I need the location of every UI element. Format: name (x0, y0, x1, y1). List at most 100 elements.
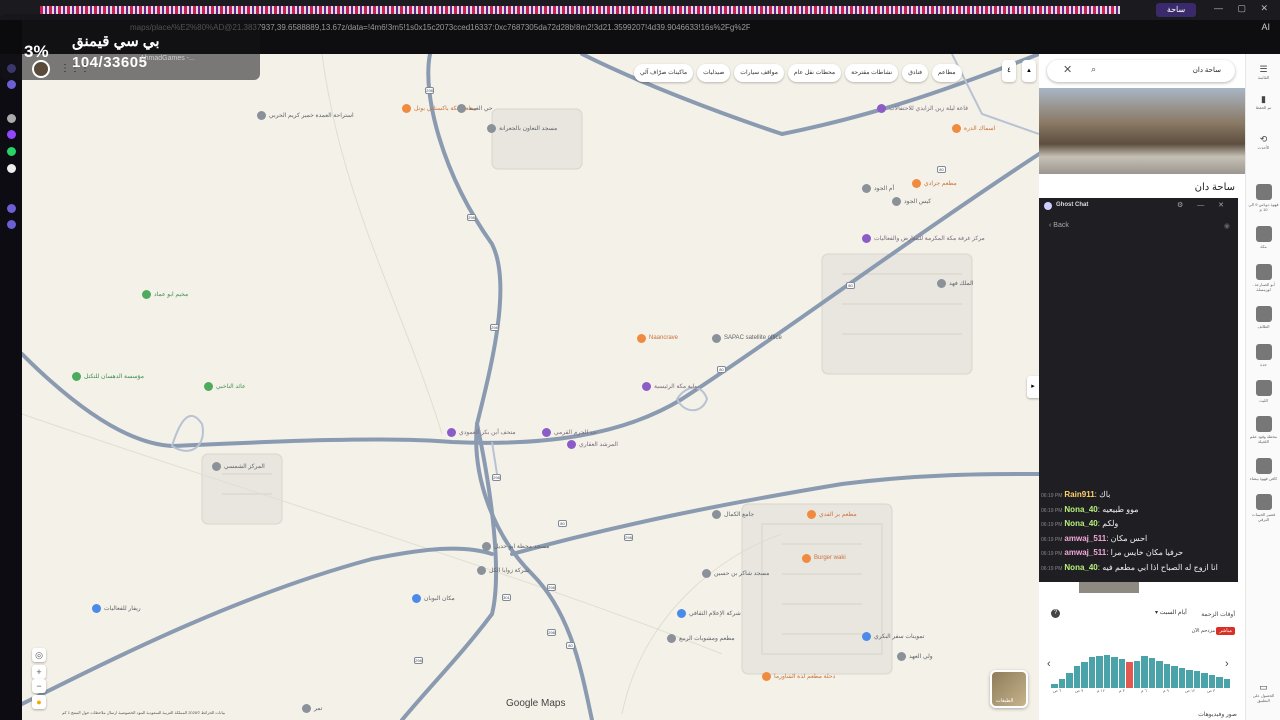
place-label[interactable]: مطعم مكة باكستاني بونل (414, 105, 477, 112)
browser-ai-button[interactable]: AI (1261, 22, 1270, 32)
message-user[interactable]: Rain911 (1064, 490, 1094, 499)
place-pin-icon[interactable] (912, 179, 921, 188)
place-label[interactable]: مسجد التعاون بالجعرانة (499, 125, 557, 132)
chevron-left-icon[interactable]: ‹ (1047, 658, 1051, 670)
busy-bar[interactable] (1223, 679, 1230, 688)
message-user[interactable]: amwaj_511 (1064, 534, 1106, 543)
busy-bar[interactable] (1178, 668, 1185, 688)
place-label[interactable]: حد الحرم القرمي (554, 429, 597, 436)
place-pin-icon[interactable] (897, 652, 906, 661)
chip-pharmacies[interactable]: صيدليات (697, 64, 731, 82)
chip-parking[interactable]: مواقف سيارات (734, 64, 784, 82)
busy-bar[interactable] (1208, 675, 1215, 688)
place-photo[interactable] (1039, 88, 1245, 174)
busy-bar[interactable] (1103, 655, 1110, 688)
sidebar-item[interactable]: محطة وقود عقم اللجيلة (1248, 416, 1279, 444)
search-icon[interactable]: ⌕ (1091, 64, 1096, 75)
place-pin-icon[interactable] (892, 197, 901, 206)
place-pin-icon[interactable] (212, 462, 221, 471)
layers-button[interactable]: الطبقات (990, 670, 1028, 708)
close-icon[interactable]: ✕ (1063, 63, 1072, 76)
place-pin-icon[interactable] (877, 104, 886, 113)
place-label[interactable]: كيس الجود (904, 198, 931, 205)
twitch-icon[interactable] (7, 130, 16, 139)
chip-things-to-do[interactable]: نشاطات مقترحة (845, 64, 899, 82)
extensions-icon[interactable] (7, 220, 16, 229)
active-tab[interactable]: ساحة (1156, 3, 1196, 17)
chip-restaurants[interactable]: مطاعم (932, 64, 962, 82)
place-pin-icon[interactable] (447, 428, 456, 437)
place-pin-icon[interactable] (862, 234, 871, 243)
street-view-pegman-icon[interactable]: ● (32, 695, 46, 709)
place-label[interactable]: مطعم بر الفدي (819, 511, 857, 518)
place-label[interactable]: اسماك الدرة (964, 125, 995, 132)
place-label[interactable]: مسجد محطة ابو حديل (494, 543, 549, 550)
busy-bar[interactable] (1193, 671, 1200, 688)
place-label[interactable]: مطعم جرادي (924, 180, 957, 187)
place-label[interactable]: مسجد شاكر بن حسين (714, 570, 769, 577)
place-pin-icon[interactable] (862, 184, 871, 193)
busy-bar[interactable] (1201, 673, 1208, 688)
sidebar-item[interactable]: كافي قهوة بيضاء (1248, 458, 1279, 481)
busy-bar[interactable] (1081, 662, 1088, 688)
search-input[interactable]: ساحة دان (1193, 66, 1221, 74)
place-label[interactable]: أم الجود (874, 185, 894, 192)
place-pin-icon[interactable] (807, 510, 816, 519)
busy-bar[interactable] (1066, 673, 1073, 688)
sidebar-item[interactable]: الطائف (1248, 306, 1279, 329)
sidebar-item[interactable]: قهوة دوباس 9 الى 10 م (1248, 184, 1279, 212)
help-icon[interactable]: ? (1051, 609, 1060, 618)
place-label[interactable]: مؤسسة الدهسان للتكتل (84, 373, 144, 380)
chevron-right-icon[interactable]: › (1225, 658, 1229, 670)
sidebar-item[interactable]: جدة (1248, 344, 1279, 367)
place-label[interactable]: شركة الإعلام الثقافي (689, 610, 741, 617)
place-pin-icon[interactable] (402, 104, 411, 113)
place-pin-icon[interactable] (937, 279, 946, 288)
history-icon[interactable] (7, 204, 16, 213)
place-label[interactable]: عائد الناخبي (216, 383, 246, 390)
place-pin-icon[interactable] (702, 569, 711, 578)
apps-grid-icon[interactable]: ⋮⋮⋮ (60, 63, 90, 74)
collapse-panel-button[interactable]: ▸ (1027, 376, 1039, 398)
place-pin-icon[interactable] (712, 510, 721, 519)
place-label[interactable]: المركز الشمسي (224, 463, 265, 470)
place-pin-icon[interactable] (142, 290, 151, 299)
place-pin-icon[interactable] (802, 554, 811, 563)
busy-bar[interactable] (1111, 657, 1118, 688)
more-chips-button[interactable]: ٤ (1002, 60, 1016, 82)
place-pin-icon[interactable] (92, 604, 101, 613)
place-label[interactable]: حي الغيبة (469, 105, 493, 112)
place-label[interactable]: مخيم ابو عماد (154, 291, 188, 298)
message-user[interactable]: Nona_40 (1064, 519, 1097, 528)
sidebar-item[interactable]: ▮ تم الحفظ (1248, 94, 1279, 110)
place-pin-icon[interactable] (72, 372, 81, 381)
busy-bar[interactable] (1088, 657, 1095, 688)
busy-bar[interactable] (1141, 656, 1148, 688)
photo-strip[interactable] (1079, 581, 1139, 593)
busy-bar[interactable] (1148, 658, 1155, 688)
place-label[interactable]: تموينات سفر البكري (874, 633, 925, 640)
place-pin-icon[interactable] (487, 124, 496, 133)
zoom-in-button[interactable]: + (32, 665, 46, 679)
chat-window-controls[interactable]: ⚙ — ✕ (1177, 201, 1230, 209)
busy-bar[interactable] (1073, 666, 1080, 688)
place-pin-icon[interactable] (862, 632, 871, 641)
place-pin-icon[interactable] (762, 672, 771, 681)
sidebar-item[interactable]: مكة (1248, 226, 1279, 249)
place-pin-icon[interactable] (482, 542, 491, 551)
busy-bar[interactable] (1058, 679, 1065, 688)
avatar[interactable] (32, 60, 50, 78)
place-label[interactable]: مركز غرفة مكة المكرمة للمعارض والفعاليات (874, 235, 985, 242)
x-icon[interactable] (7, 164, 16, 173)
place-pin-icon[interactable] (204, 382, 213, 391)
busy-bar[interactable] (1186, 670, 1193, 688)
busy-bar[interactable] (1216, 677, 1223, 688)
sidebar-item[interactable]: أبو الصبارعة - لوزمسلة (1248, 264, 1279, 292)
chevron-up-icon[interactable]: ▲ (1022, 60, 1036, 82)
zoom-out-button[interactable]: − (32, 679, 46, 693)
message-user[interactable]: amwaj_511 (1064, 548, 1106, 557)
place-label[interactable]: مطعم ومشويات الربيع (679, 635, 735, 642)
profile-icon[interactable] (7, 80, 16, 89)
busy-bar[interactable] (1171, 666, 1178, 688)
busy-bar[interactable] (1118, 659, 1125, 688)
